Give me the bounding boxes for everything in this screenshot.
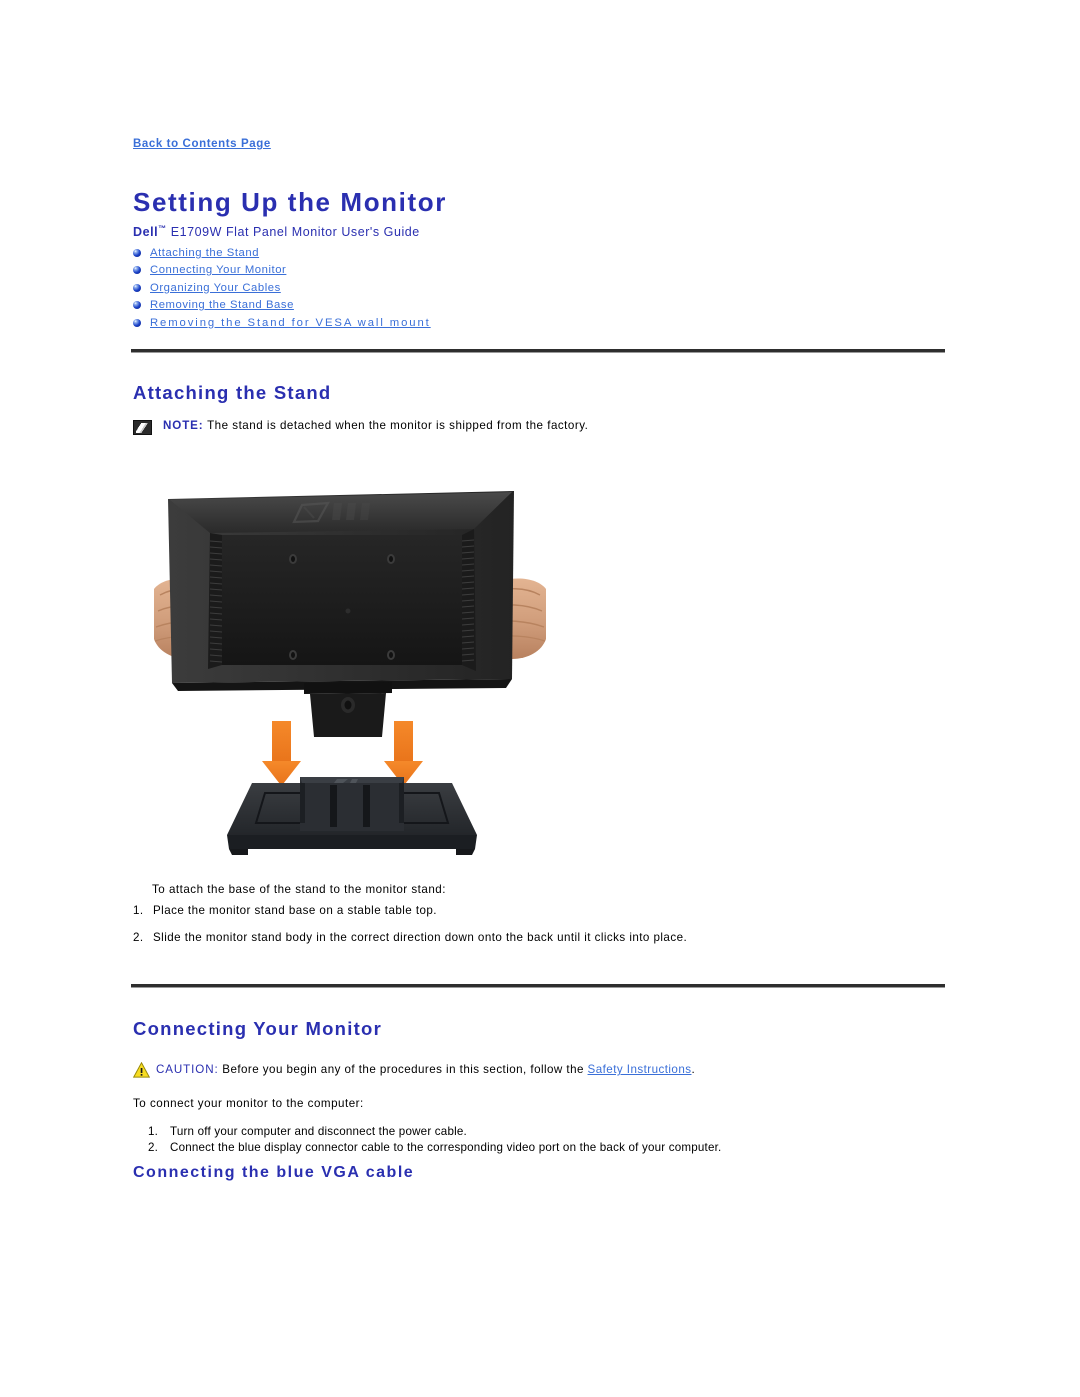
monitor-rear-panel [168,491,514,691]
step-number: 2. [133,931,144,944]
list-item: 1. Turn off your computer and disconnect… [148,1124,968,1140]
connect-intro-text: To connect your monitor to the computer: [133,1097,364,1110]
caution-body-before: Before you begin any of the procedures i… [218,1063,588,1076]
step-text: Connect the blue display connector cable… [170,1140,722,1154]
list-item: Organizing Your Cables [133,279,431,296]
section-divider [131,984,945,988]
section-heading-connecting-your-monitor: Connecting Your Monitor [133,1018,383,1039]
user-guide-page: Back to Contents Page Setting Up the Mon… [0,0,1080,1397]
page-title: Setting Up the Monitor [133,187,447,217]
step-number: 2. [148,1140,159,1154]
caution-label: CAUTION: [156,1063,219,1076]
toc-link-removing-the-stand-for-vesa-wall-mount[interactable]: Removing the Stand for VESA wall mount [150,317,431,329]
step-number: 1. [133,904,144,917]
attach-steps-list: 1. Place the monitor stand base on a sta… [133,904,933,958]
note-text: NOTE: The stand is detached when the mon… [163,419,588,433]
assembly-arrow-right [384,721,423,786]
connect-steps-list: 1. Turn off your computer and disconnect… [148,1124,968,1155]
safety-instructions-link[interactable]: Safety Instructions [588,1063,692,1076]
section-link-list: Attaching the Stand Connecting Your Moni… [133,244,431,332]
toc-link-attaching-the-stand[interactable]: Attaching the Stand [150,247,259,259]
step-text: Slide the monitor stand body in the corr… [153,931,688,944]
brand-name: Dell [133,225,159,240]
trademark-symbol: ™ [158,223,167,233]
bullet-sphere-icon [133,248,141,257]
toc-link-connecting-your-monitor[interactable]: Connecting Your Monitor [150,264,286,276]
figure-attaching-the-stand [152,483,548,868]
monitor-stand-base [227,777,477,855]
toc-link-removing-the-stand-base[interactable]: Removing the Stand Base [150,299,294,311]
assembly-arrow-left [262,721,301,786]
section-heading-attaching-the-stand: Attaching the Stand [133,382,332,403]
bullet-sphere-icon [133,266,141,274]
list-item: 2. Slide the monitor stand body in the c… [133,931,933,944]
note-callout: NOTE: The stand is detached when the mon… [133,419,588,435]
step-text: Place the monitor stand base on a stable… [153,904,437,917]
bullet-sphere-icon [133,283,141,292]
monitor-stand-neck [304,682,392,737]
step-number: 1. [148,1125,159,1138]
back-to-contents-link[interactable]: Back to Contents Page [133,138,271,150]
caution-callout: CAUTION: Before you begin any of the pro… [133,1062,695,1078]
note-body: The stand is detached when the monitor i… [203,419,589,432]
bullet-sphere-icon [133,301,141,309]
caution-text: CAUTION: Before you begin any of the pro… [156,1062,695,1076]
step-text: Turn off your computer and disconnect th… [170,1125,467,1138]
warning-triangle-icon [133,1062,150,1078]
list-item: Attaching the Stand [133,244,431,261]
page-subtitle: Dell™ E1709W Flat Panel Monitor User's G… [133,224,953,239]
list-item: Removing the Stand Base [133,297,431,314]
section-subheading-connecting-the-blue-vga-cable: Connecting the blue VGA cable [133,1164,415,1181]
list-item: 2. Connect the blue display connector ca… [148,1140,968,1156]
caution-body-after: . [691,1063,696,1076]
note-label: NOTE: [163,419,204,432]
list-item: Removing the Stand for VESA wall mount [133,314,431,331]
bullet-sphere-icon [133,318,141,327]
title-block: Setting Up the Monitor Dell™ E1709W Flat… [133,187,953,239]
section-divider [131,349,945,353]
list-item: 1. Place the monitor stand base on a sta… [133,904,933,917]
note-pencil-icon [133,420,152,435]
attach-intro-text: To attach the base of the stand to the m… [152,883,446,896]
page-subtitle-text: E1709W Flat Panel Monitor User's Guide [166,225,420,240]
list-item: Connecting Your Monitor [133,262,431,279]
toc-link-organizing-your-cables[interactable]: Organizing Your Cables [150,282,281,294]
